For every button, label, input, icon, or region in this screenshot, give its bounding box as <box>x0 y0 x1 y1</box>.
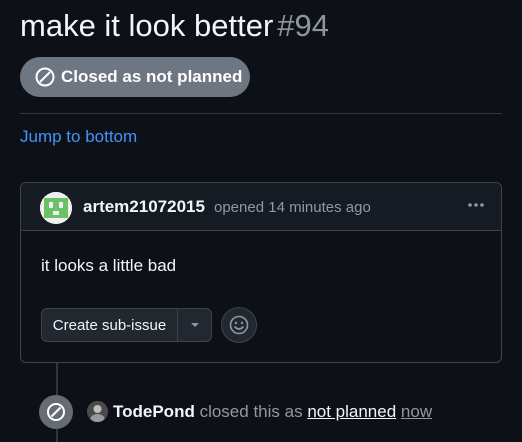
comment-body: it looks a little bad <box>41 256 177 275</box>
skip-icon <box>47 403 65 421</box>
comment-header: artem21072015 opened 14 minutes ago <box>21 183 501 231</box>
event-action: closed this as <box>199 402 303 421</box>
issue-number: #94 <box>277 8 330 43</box>
triangle-down-icon <box>190 323 199 327</box>
author-avatar[interactable] <box>40 192 72 224</box>
comment-meta: opened 14 minutes ago <box>214 199 371 216</box>
identicon-icon <box>40 192 72 224</box>
smiley-icon <box>229 315 249 335</box>
issue-title: make it look better <box>20 8 274 43</box>
issue-state-label: Closed as not planned <box>61 67 243 86</box>
comment-author[interactable]: artem21072015 <box>83 197 205 217</box>
issue-title-row: make it look better #94 <box>20 6 329 46</box>
create-subissue-dropdown[interactable] <box>178 309 211 341</box>
issue-comment: artem21072015 opened 14 minutes ago it l… <box>20 182 502 363</box>
closed-event-text: TodePond closed this as not planned now <box>113 401 432 423</box>
skip-icon <box>35 67 55 87</box>
add-reaction-button[interactable] <box>221 307 257 343</box>
avatar-image-icon <box>87 401 108 422</box>
create-subissue-group: Create sub-issue <box>41 308 212 342</box>
event-actor[interactable]: TodePond <box>113 402 195 421</box>
issue-page: make it look better #94 Closed as not pla… <box>0 0 522 442</box>
header-divider <box>20 113 502 114</box>
jump-to-bottom-link[interactable]: Jump to bottom <box>20 126 137 148</box>
kebab-horizontal-icon[interactable] <box>463 195 489 215</box>
actor-avatar[interactable] <box>87 401 108 422</box>
closed-event-badge <box>39 395 73 429</box>
issue-state-badge: Closed as not planned <box>20 57 250 97</box>
event-reason-link[interactable]: not planned <box>307 402 396 421</box>
create-subissue-button[interactable]: Create sub-issue <box>42 309 178 341</box>
event-time[interactable]: now <box>401 402 432 421</box>
